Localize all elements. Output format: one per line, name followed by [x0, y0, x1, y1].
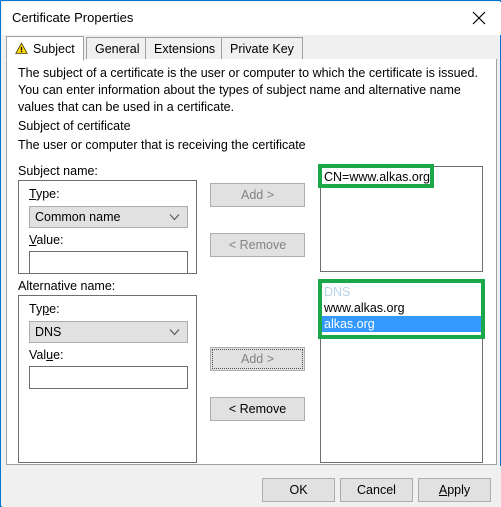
- alternative-name-type-label: Type:: [29, 302, 60, 316]
- subject-name-value-label: Value:: [29, 233, 64, 247]
- tab-subject[interactable]: Subject: [6, 36, 84, 61]
- ok-label: OK: [289, 483, 308, 497]
- tab-extensions-label: Extensions: [154, 42, 216, 56]
- subject-name-value-input[interactable]: [29, 251, 188, 274]
- subject-tab-panel: The subject of a certificate is the user…: [6, 59, 497, 465]
- subject-name-group: Type: Common name Value:: [18, 180, 197, 274]
- subject-of-certificate-heading: Subject of certificate: [18, 119, 131, 133]
- subject-name-listbox[interactable]: CN=www.alkas.org: [320, 166, 483, 272]
- subject-of-certificate-subtext: The user or computer that is receiving t…: [18, 138, 306, 152]
- tab-private-key-label: Private Key: [230, 42, 294, 56]
- alternative-name-remove-button[interactable]: < Remove: [210, 397, 305, 421]
- subject-description: The subject of a certificate is the user…: [18, 66, 478, 114]
- alternative-name-add-label: Add >: [240, 352, 274, 366]
- apply-label: Apply: [438, 483, 471, 497]
- subject-name-type-combo[interactable]: Common name: [29, 206, 188, 228]
- chevron-down-icon: [169, 329, 180, 336]
- ok-button[interactable]: OK: [262, 478, 335, 502]
- tab-general[interactable]: General: [86, 37, 149, 60]
- alternative-name-type-combo[interactable]: DNS: [29, 321, 188, 343]
- subject-name-type-label: Type:: [29, 187, 60, 201]
- tab-general-label: General: [95, 42, 140, 56]
- subject-name-add-button[interactable]: Add >: [210, 183, 305, 207]
- tab-strip: Subject General Extensions Private Key: [6, 35, 497, 61]
- warning-triangle-icon: [15, 42, 28, 55]
- chevron-down-icon: [169, 214, 180, 221]
- alternative-name-type-value: DNS: [35, 325, 62, 339]
- alternative-name-remove-label: < Remove: [228, 402, 287, 416]
- subject-name-add-label: Add >: [240, 188, 274, 202]
- window-title: Certificate Properties: [12, 10, 134, 25]
- list-item-header: DNS: [324, 285, 351, 299]
- list-item-selected[interactable]: alkas.org: [321, 316, 482, 332]
- apply-button[interactable]: Apply: [418, 478, 491, 502]
- subject-name-remove-button[interactable]: < Remove: [210, 233, 305, 257]
- alternative-name-listbox[interactable]: DNS www.alkas.org alkas.org: [320, 281, 483, 463]
- cancel-label: Cancel: [357, 483, 396, 497]
- tab-private-key[interactable]: Private Key: [221, 37, 303, 60]
- list-item[interactable]: CN=www.alkas.org: [321, 169, 482, 185]
- close-icon[interactable]: [456, 2, 501, 33]
- certificate-properties-window: Certificate Properties Subject General E…: [0, 0, 501, 507]
- titlebar: Certificate Properties: [2, 2, 501, 35]
- dialog-footer: OK Cancel Apply: [2, 466, 501, 507]
- cancel-button[interactable]: Cancel: [340, 478, 413, 502]
- alternative-name-add-button[interactable]: Add >: [210, 347, 305, 371]
- subject-name-remove-label: < Remove: [228, 238, 287, 252]
- tab-subject-label: Subject: [33, 41, 75, 56]
- alternative-name-value-input[interactable]: [29, 366, 188, 389]
- alternative-name-value-label: Value:: [29, 348, 64, 362]
- subject-name-type-value: Common name: [35, 210, 121, 224]
- list-item[interactable]: www.alkas.org: [321, 300, 482, 316]
- tab-extensions[interactable]: Extensions: [145, 37, 225, 60]
- subject-name-label: Subject name:: [18, 164, 98, 178]
- alternative-name-label: Alternative name:: [18, 279, 116, 293]
- alternative-name-group: Type: DNS Value:: [18, 295, 197, 463]
